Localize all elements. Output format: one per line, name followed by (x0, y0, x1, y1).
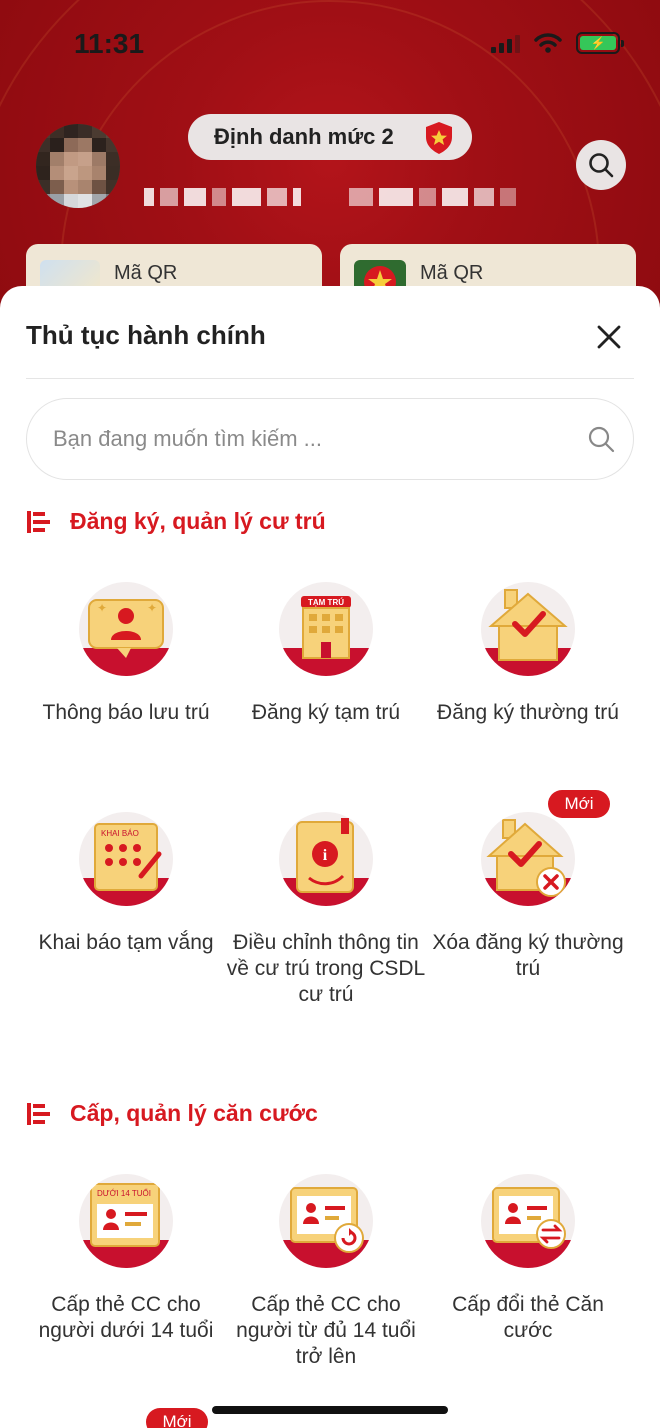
new-badge: Mới (548, 790, 610, 818)
section-list-icon (27, 1102, 50, 1125)
id-card-exchange-icon (481, 1174, 575, 1268)
search-icon (588, 426, 615, 453)
search-input[interactable] (53, 426, 553, 452)
svg-text:✦: ✦ (97, 601, 107, 615)
svg-text:TẠM TRÚ: TẠM TRÚ (308, 598, 344, 607)
section-title: Đăng ký, quản lý cư trú (70, 508, 326, 534)
header-search-button[interactable] (576, 140, 626, 190)
procedure-label: Cấp thẻ CC cho người dưới 14 tuổi (38, 1293, 214, 1342)
header-background: 11:31 ⚡ Định danh mức 2 Mã QR Mã QR (0, 0, 660, 330)
temporary-absence-icon: KHAI BÁO (79, 812, 173, 906)
procedure-label: Khai báo tạm vắng (38, 931, 214, 954)
section-header-id-card: Cấp, quản lý căn cước (26, 1100, 318, 1127)
search-box[interactable] (26, 398, 634, 480)
new-badge: Mới (146, 1408, 208, 1428)
identity-level-badge[interactable]: Định danh mức 2 (188, 114, 472, 160)
shield-star-icon (426, 122, 452, 154)
procedure-label: Cấp đổi thẻ Căn cước (452, 1293, 604, 1342)
status-icons: ⚡ (491, 32, 624, 54)
id-card-under14-icon: DƯỚI 14 TUỔI (79, 1174, 173, 1268)
procedure-id-card-over14[interactable]: Cấp thẻ CC cho người từ đủ 14 tuổi trở l… (226, 1174, 426, 1370)
procedure-label: Đăng ký thường trú (437, 701, 619, 724)
divider (26, 378, 634, 379)
procedure-label: Điều chỉnh thông tin về cư trú trong CSD… (226, 931, 426, 1006)
svg-text:DƯỚI 14 TUỔI: DƯỚI 14 TUỔI (97, 1189, 151, 1198)
procedure-delete-permanent-residence[interactable]: Xóa đăng ký thường trú (428, 812, 628, 982)
identity-level-text: Định danh mức 2 (214, 124, 394, 149)
delete-residence-icon (481, 812, 575, 906)
avatar[interactable] (36, 124, 120, 208)
close-button[interactable] (592, 320, 626, 354)
procedures-sheet: Thủ tục hành chính Đăng ký, quản lý cư t… (0, 286, 660, 1428)
procedure-id-card-under14[interactable]: DƯỚI 14 TUỔI Cấp thẻ CC cho người dưới 1… (26, 1174, 226, 1344)
procedure-adjust-residence-info[interactable]: i Điều chỉnh thông tin về cư trú trong C… (226, 812, 426, 1008)
battery-icon: ⚡ (576, 32, 624, 54)
permanent-residence-icon (481, 582, 575, 676)
svg-text:✦: ✦ (147, 601, 157, 615)
qr-card-label: Mã QR (114, 262, 178, 284)
id-card-renew-icon (279, 1174, 373, 1268)
section-list-icon (27, 510, 50, 533)
close-icon (597, 325, 621, 349)
procedure-temporary-residence[interactable]: TẠM TRÚ Đăng ký tạm trú (226, 582, 426, 726)
status-time: 11:31 (74, 28, 145, 59)
svg-text:i: i (323, 847, 328, 864)
section-header-residence: Đăng ký, quản lý cư trú (26, 508, 326, 535)
procedure-label: Thông báo lưu trú (42, 701, 210, 724)
procedure-notice-stay[interactable]: ✦ ✦ Thông báo lưu trú (26, 582, 226, 726)
procedure-label: Cấp thẻ CC cho người từ đủ 14 tuổi trở l… (236, 1293, 416, 1368)
home-indicator (212, 1406, 448, 1414)
search-icon (589, 153, 614, 178)
procedure-id-card-exchange[interactable]: Cấp đổi thẻ Căn cước (428, 1174, 628, 1344)
qr-card-label: Mã QR (420, 262, 484, 284)
temporary-residence-icon: TẠM TRÚ (279, 582, 373, 676)
notice-stay-icon: ✦ ✦ (79, 582, 173, 676)
sheet-title: Thủ tục hành chính (26, 320, 266, 350)
wifi-icon (534, 33, 562, 53)
signal-icon (491, 33, 520, 53)
procedure-label: Đăng ký tạm trú (251, 701, 401, 724)
procedure-temporary-absence[interactable]: KHAI BÁO Khai báo tạm vắng (26, 812, 226, 956)
section-title: Cấp, quản lý căn cước (70, 1100, 318, 1126)
user-name-redacted (144, 184, 516, 210)
procedure-permanent-residence[interactable]: Đăng ký thường trú (428, 582, 628, 726)
procedure-label: Xóa đăng ký thường trú (432, 931, 624, 980)
adjust-info-icon: i (279, 812, 373, 906)
svg-text:KHAI BÁO: KHAI BÁO (101, 829, 139, 838)
